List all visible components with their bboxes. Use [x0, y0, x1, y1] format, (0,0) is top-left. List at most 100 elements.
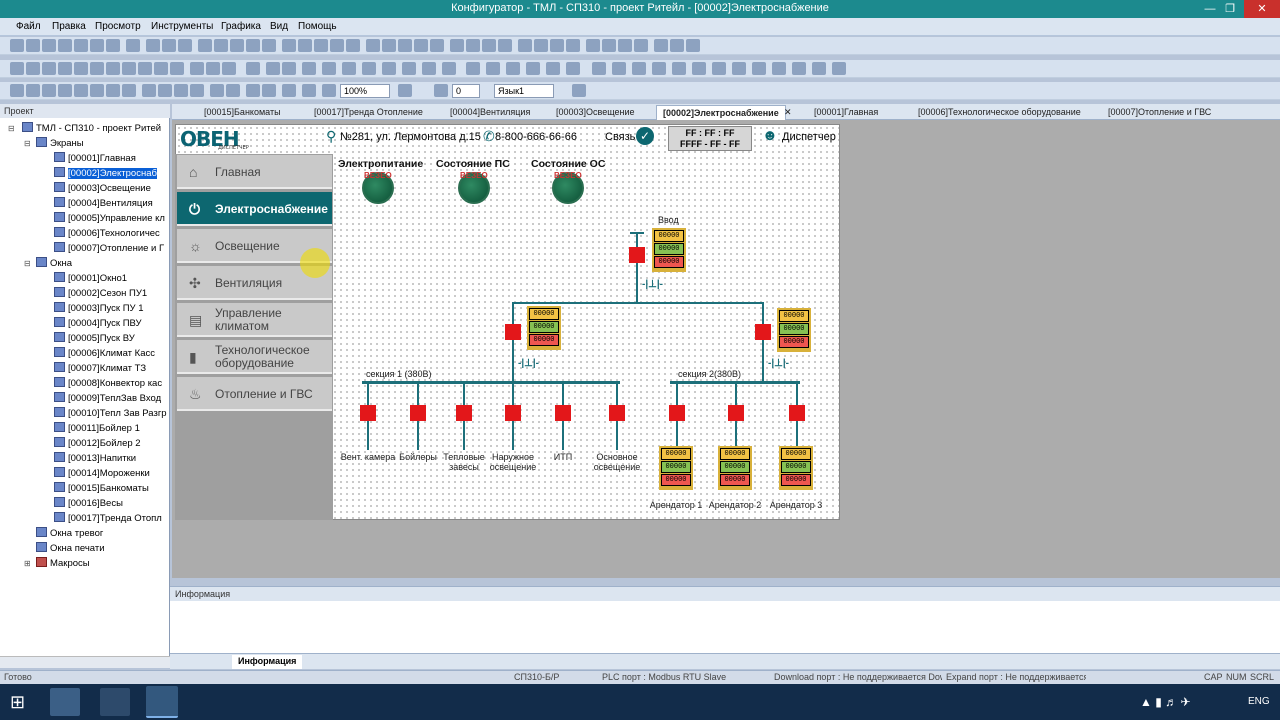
tb1-button-39[interactable] — [670, 39, 684, 52]
tree-window-item[interactable]: [00016]Весы — [54, 497, 123, 511]
tb2-button-39[interactable] — [752, 62, 766, 75]
tb2-button-20[interactable] — [362, 62, 376, 75]
tb2-button-43[interactable] — [832, 62, 846, 75]
rotate-select[interactable]: 0 — [452, 84, 480, 98]
tb2-button-33[interactable] — [632, 62, 646, 75]
tb3-button-1[interactable] — [26, 84, 40, 97]
tb1-button-34[interactable] — [586, 39, 600, 52]
tb3-button-12[interactable] — [210, 84, 224, 97]
tb1-button-19[interactable] — [330, 39, 344, 52]
tb1-button-26[interactable] — [450, 39, 464, 52]
feeder-switch[interactable] — [505, 405, 521, 421]
tb1-button-37[interactable] — [634, 39, 648, 52]
nav-button-6[interactable]: ♨ Отопление и ГВС — [177, 377, 332, 411]
tree-screen-item[interactable]: [00003]Освещение — [54, 182, 151, 196]
tree-window-item[interactable]: [00009]ТеплЗав Вход — [54, 392, 161, 406]
tb2-button-28[interactable] — [526, 62, 540, 75]
tb2-button-40[interactable] — [772, 62, 786, 75]
tb1-button-11[interactable] — [198, 39, 212, 52]
tb3-button-2[interactable] — [42, 84, 56, 97]
tb1-button-24[interactable] — [414, 39, 428, 52]
tree-window-item[interactable]: [00014]Мороженки — [54, 467, 150, 481]
tree-screen-item[interactable]: [00005]Управление кл — [54, 212, 165, 226]
tb2-button-38[interactable] — [732, 62, 746, 75]
app-icon[interactable] — [100, 688, 130, 716]
tb2-button-21[interactable] — [382, 62, 396, 75]
tb1-button-10[interactable] — [178, 39, 192, 52]
tab-4[interactable]: [00002]Электроснабжение — [656, 105, 786, 120]
tb1-button-3[interactable] — [58, 39, 72, 52]
tree-window-item[interactable]: [00007]Климат ТЗ — [54, 362, 146, 376]
tb3-button-14[interactable] — [246, 84, 260, 97]
tb2-button-12[interactable] — [206, 62, 220, 75]
tree-windows[interactable]: Окна — [36, 257, 72, 271]
tab-2[interactable]: [00004]Вентиляция — [444, 105, 536, 120]
tree-window-item[interactable]: [00008]Конвектор кас — [54, 377, 162, 391]
tb2-button-8[interactable] — [138, 62, 152, 75]
tb2-button-1[interactable] — [26, 62, 40, 75]
zoom-select[interactable]: 100% — [340, 84, 390, 98]
tree-window-item[interactable]: [00004]Пуск ПВУ — [54, 317, 142, 331]
menu-graphics[interactable]: Графика — [221, 21, 261, 32]
tab-close-icon[interactable]: ✕ — [784, 105, 792, 120]
tenant-switch[interactable] — [669, 405, 685, 421]
tree-window-item[interactable]: [00012]Бойлер 2 — [54, 437, 141, 451]
tree-expand-windows[interactable]: ⊟ — [24, 259, 31, 268]
tab-1[interactable]: [00017]Тренда Отопление — [308, 105, 429, 120]
tb1-button-33[interactable] — [566, 39, 580, 52]
tb2-button-14[interactable] — [246, 62, 260, 75]
tb2-button-17[interactable] — [302, 62, 316, 75]
tb3-button-16[interactable] — [282, 84, 296, 97]
tb1-button-8[interactable] — [146, 39, 160, 52]
tb2-button-3[interactable] — [58, 62, 72, 75]
menu-window[interactable]: Вид — [270, 21, 288, 32]
tree-alarm-windows[interactable]: Окна тревог — [36, 527, 103, 541]
tray-icons[interactable]: ▲ ▮ ♬ ✈ — [1140, 695, 1191, 709]
info-tab[interactable]: Информация — [232, 655, 303, 669]
tb3-button-21[interactable] — [572, 84, 586, 97]
tb1-button-6[interactable] — [106, 39, 120, 52]
tb1-button-4[interactable] — [74, 39, 88, 52]
menu-view[interactable]: Просмотр — [95, 21, 141, 32]
tb1-button-38[interactable] — [654, 39, 668, 52]
tb3-button-11[interactable] — [190, 84, 204, 97]
tb3-button-6[interactable] — [106, 84, 120, 97]
tree-window-item[interactable]: [00011]Бойлер 1 — [54, 422, 140, 436]
tb2-button-42[interactable] — [812, 62, 826, 75]
tb1-button-14[interactable] — [246, 39, 260, 52]
tb1-button-29[interactable] — [498, 39, 512, 52]
tb3-button-15[interactable] — [262, 84, 276, 97]
tb2-button-29[interactable] — [546, 62, 560, 75]
tb3-button-3[interactable] — [58, 84, 72, 97]
tb2-button-32[interactable] — [612, 62, 626, 75]
tree-screen-item[interactable]: [00006]Технологичес — [54, 227, 160, 241]
tb1-button-0[interactable] — [10, 39, 24, 52]
tenant-meter[interactable]: 00000 00000 00000 — [659, 446, 693, 490]
tree-screen-item[interactable]: [00004]Вентиляция — [54, 197, 153, 211]
tree-window-item[interactable]: [00013]Напитки — [54, 452, 136, 466]
tb2-button-37[interactable] — [712, 62, 726, 75]
tb2-button-22[interactable] — [402, 62, 416, 75]
tb1-button-7[interactable] — [126, 39, 140, 52]
tb2-button-11[interactable] — [190, 62, 204, 75]
tree-window-item[interactable]: [00001]Окно1 — [54, 272, 127, 286]
tb2-button-16[interactable] — [282, 62, 296, 75]
tb3-button-20[interactable] — [434, 84, 448, 97]
input-language[interactable]: ENG — [1248, 696, 1270, 707]
section1-switch[interactable] — [505, 324, 521, 340]
tree-print-windows[interactable]: Окна печати — [36, 542, 105, 556]
tb2-button-9[interactable] — [154, 62, 168, 75]
tab-6[interactable]: [00006]Технологическое оборудование — [912, 105, 1087, 120]
menu-edit[interactable]: Правка — [52, 21, 86, 32]
menu-help[interactable]: Помощь — [298, 21, 337, 32]
tree-window-item[interactable]: [00017]Тренда Отопл — [54, 512, 162, 526]
tb1-button-5[interactable] — [90, 39, 104, 52]
tree-root[interactable]: ТМЛ - СП310 - проект Ритей — [22, 122, 161, 136]
horizontal-scrollbar[interactable] — [0, 656, 170, 668]
menu-file[interactable]: Файл — [16, 21, 41, 32]
tb1-button-12[interactable] — [214, 39, 228, 52]
tb2-button-23[interactable] — [422, 62, 436, 75]
tb1-button-1[interactable] — [26, 39, 40, 52]
tree-screens[interactable]: Экраны — [36, 137, 84, 151]
tb1-button-25[interactable] — [430, 39, 444, 52]
